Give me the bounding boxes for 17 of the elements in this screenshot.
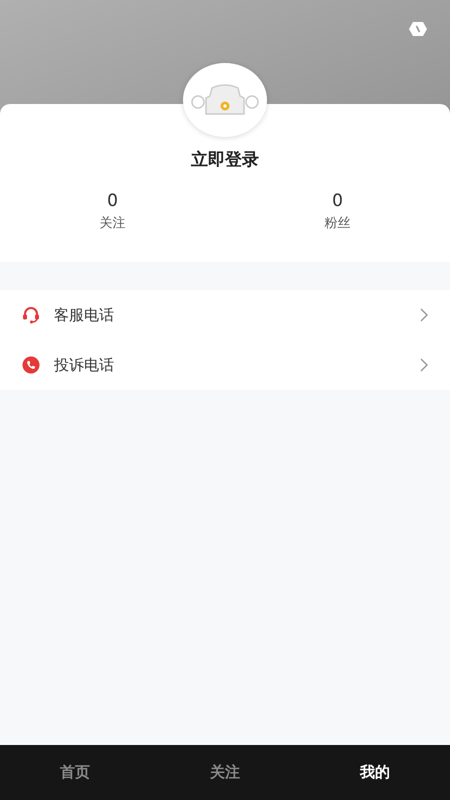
menu-label: 客服电话 bbox=[54, 306, 115, 324]
menu-item[interactable]: 客服电话 bbox=[0, 290, 450, 340]
tab[interactable]: 首页 bbox=[0, 745, 150, 800]
tab[interactable]: 我的 bbox=[300, 745, 450, 800]
chevron-right-icon bbox=[420, 308, 428, 322]
login-link[interactable]: 立即登录 bbox=[191, 148, 259, 171]
menu-label: 投诉电话 bbox=[54, 356, 115, 374]
stat-label[interactable]: 关注 bbox=[100, 214, 126, 232]
settings-icon[interactable] bbox=[408, 21, 428, 37]
stat-count: 0 bbox=[332, 191, 343, 211]
menu-item[interactable]: 投诉电话 bbox=[0, 340, 450, 390]
phone-icon bbox=[22, 356, 40, 374]
stat-count: 0 bbox=[107, 191, 118, 211]
chevron-right-icon bbox=[420, 358, 428, 372]
tab[interactable]: 关注 bbox=[150, 745, 300, 800]
headset-icon bbox=[22, 306, 40, 324]
stat-label[interactable]: 粉丝 bbox=[324, 214, 350, 232]
